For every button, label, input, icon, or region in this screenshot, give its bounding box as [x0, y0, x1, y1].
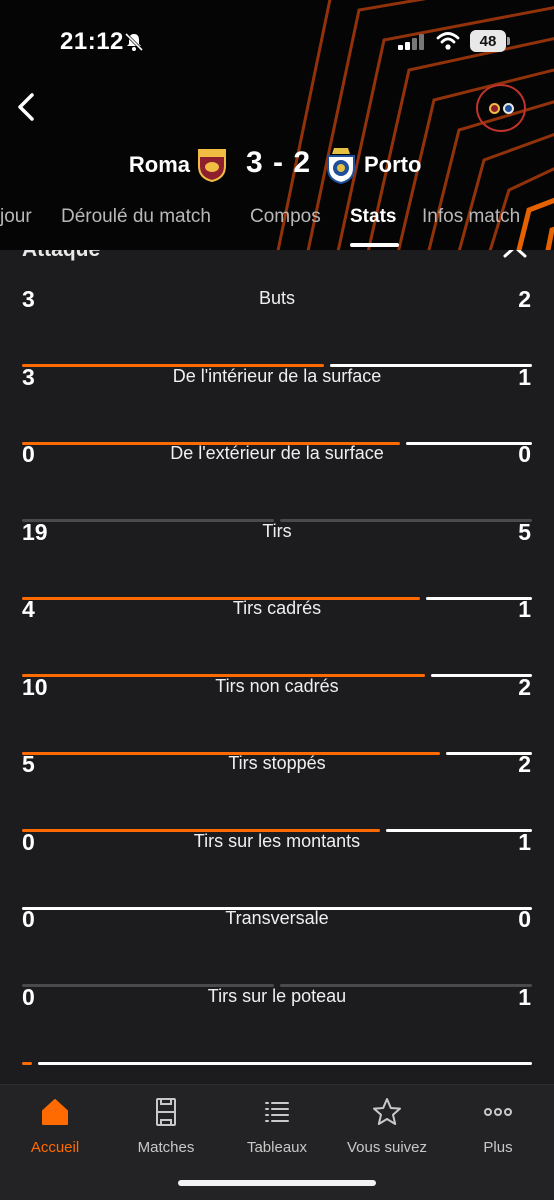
stat-row: 0 De l'extérieur de la surface 0 — [0, 405, 554, 522]
stat-away-value: 1 — [518, 596, 531, 622]
stat-label: Tirs non cadrés — [215, 675, 339, 696]
stat-away-value: 2 — [518, 751, 531, 777]
away-team-name[interactable]: Porto — [364, 152, 421, 178]
stat-away-value: 2 — [518, 286, 531, 312]
list-icon — [265, 1102, 289, 1122]
stat-row: 10 Tirs non cadrés 2 — [0, 638, 554, 755]
stat-away-value: 0 — [518, 441, 531, 467]
tab-aujourdhui[interactable]: jour — [0, 206, 32, 228]
nav-vous-suivez[interactable]: Vous suivez — [332, 1093, 442, 1159]
signal-icon — [398, 34, 424, 50]
stat-label: Tirs — [262, 520, 292, 541]
status-time: 21:12 — [60, 28, 124, 55]
active-tab-indicator — [350, 243, 399, 247]
back-button[interactable] — [8, 86, 44, 128]
nav-accueil[interactable]: Accueil — [0, 1093, 110, 1159]
match-widget-button[interactable] — [476, 84, 526, 132]
stat-away-value: 2 — [518, 673, 531, 700]
home-indicator — [178, 1180, 376, 1186]
stat-row: 19 Tirs 5 — [0, 483, 554, 600]
stat-row: 3 Buts 2 — [0, 250, 554, 367]
bell-off-icon — [124, 32, 144, 52]
stat-row: 5 Tirs stoppés 2 — [0, 715, 554, 832]
battery-tip — [507, 37, 510, 45]
nav-label: Plus — [483, 1139, 513, 1156]
home-team-name[interactable]: Roma — [129, 152, 190, 178]
stat-away-value: 1 — [518, 363, 531, 390]
porto-crest-icon[interactable] — [324, 146, 358, 184]
chevron-left-icon — [18, 93, 34, 121]
stat-label: Tirs sur le poteau — [207, 985, 347, 1006]
more-icon — [484, 1108, 512, 1116]
stat-label: Tirs stoppés — [228, 753, 326, 773]
stat-label: De l'extérieur de la surface — [170, 443, 384, 463]
tab-deroule-du-match[interactable]: Déroulé du match — [61, 206, 211, 228]
stat-away-value: 5 — [518, 518, 531, 545]
match-tabs: jour Déroulé du match Compos Stats Infos… — [0, 196, 554, 250]
stat-away-value: 1 — [518, 983, 531, 1010]
nav-plus[interactable]: Plus — [443, 1093, 553, 1159]
score-row: Roma 3 - 2 Porto — [0, 142, 554, 190]
star-icon — [373, 1098, 401, 1125]
stat-row: 0 Transversale 0 — [0, 870, 554, 987]
nav-label: Vous suivez — [346, 1139, 428, 1156]
match-score: 3 - 2 — [246, 146, 312, 179]
roma-crest-icon[interactable] — [196, 148, 228, 182]
home-icon — [42, 1099, 68, 1125]
nav-label: Accueil — [30, 1139, 80, 1156]
wifi-icon — [436, 32, 460, 50]
stat-label: De l'intérieur de la surface — [172, 365, 382, 386]
status-bar: 21:12 48 — [0, 0, 554, 84]
stat-away-value: 1 — [518, 828, 531, 855]
roma-mini-crest-icon — [488, 102, 500, 114]
stat-label: Buts — [258, 288, 296, 308]
match-header: 21:12 48 Roma 3 - 2 Porto jour Déroulé d… — [0, 0, 554, 250]
porto-mini-crest-icon — [502, 102, 514, 114]
stat-label: Transversale — [225, 908, 329, 928]
stat-away-value: 0 — [518, 906, 531, 932]
tab-stats[interactable]: Stats — [350, 206, 396, 228]
tab-compos[interactable]: Compos — [250, 206, 321, 228]
nav-label: Matches — [137, 1139, 195, 1156]
pitch-icon — [156, 1098, 176, 1126]
stat-row: 3 De l'intérieur de la surface 1 — [0, 328, 554, 445]
stats-panel: Attaque 3Buts23De l'intérieur de la surf… — [0, 250, 554, 1084]
stat-row: 0 Tirs sur le poteau 1 — [0, 948, 554, 1065]
stat-row: 4 Tirs cadrés 1 — [0, 560, 554, 677]
stat-label: Tirs sur les montants — [193, 830, 361, 851]
stat-row: 0 Tirs sur les montants 1 — [0, 793, 554, 910]
nav-matches[interactable]: Matches — [111, 1093, 221, 1159]
battery-indicator: 48 — [470, 30, 506, 52]
stat-label: Tirs cadrés — [232, 598, 322, 618]
nav-label: Tableaux — [246, 1139, 308, 1156]
stat-home-bar — [22, 1061, 32, 1065]
tab-infos-match[interactable]: Infos match — [422, 206, 520, 228]
stat-away-bar — [38, 1061, 532, 1065]
nav-tableaux[interactable]: Tableaux — [222, 1093, 332, 1159]
